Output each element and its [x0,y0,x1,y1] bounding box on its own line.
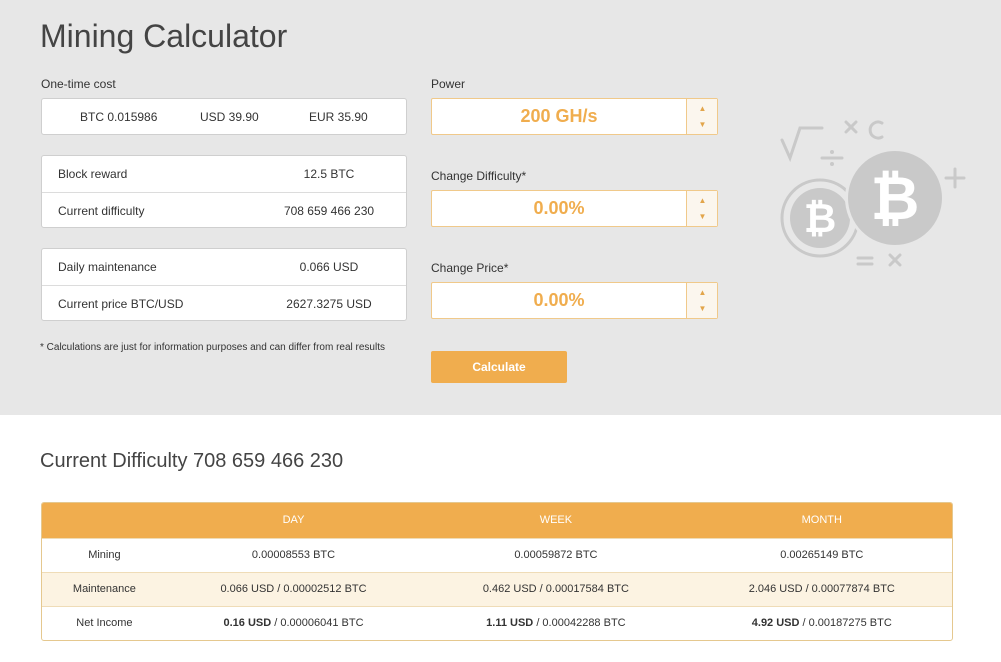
one-time-cost-box: BTC 0.015986 USD 39.90 EUR 35.90 [41,98,407,135]
row-label-net-income: Net Income [42,605,167,640]
daily-maintenance-label: Daily maintenance [58,260,157,274]
cost-eur: EUR 35.90 [309,110,368,124]
power-label: Power [431,77,466,91]
results-title: Current Difficulty 708 659 466 230 [40,450,344,472]
chevron-down-icon[interactable]: ▼ [687,120,718,129]
one-time-cost-label: One-time cost [41,77,116,91]
block-reward-label: Block reward [58,167,128,181]
maintenance-month: 2.046 USD / 0.00077874 BTC [691,571,952,606]
power-input[interactable]: 200 GH/s [432,99,686,134]
net-income-day: 0.16 USD / 0.00006041 BTC [166,605,421,640]
change-price-stepper-arrows: ▲ ▼ [686,283,717,318]
results-table: DAY WEEK MONTH Mining 0.00008553 BTC 0.0… [41,502,953,641]
maintenance-info-box: Daily maintenance 0.066 USD Current pric… [41,248,407,321]
net-income-month-usd: 4.92 USD [751,617,800,630]
chevron-up-icon[interactable]: ▲ [687,196,718,205]
chevron-down-icon[interactable]: ▼ [687,212,718,221]
current-difficulty-label: Current difficulty [58,204,145,218]
row-label-mining: Mining [42,537,167,572]
chevron-down-icon[interactable]: ▼ [687,304,718,313]
net-income-month: 4.92 USD / 0.00187275 BTC [691,605,952,640]
block-reward-row: Block reward 12.5 BTC [42,156,406,192]
net-income-day-btc: / 0.00006041 BTC [271,617,364,630]
calculator-panel: Mining Calculator One-time cost BTC 0.01… [0,0,1001,415]
current-price-row: Current price BTC/USD 2627.3275 USD [42,285,406,321]
power-stepper[interactable]: 200 GH/s ▲ ▼ [431,98,718,135]
change-difficulty-stepper-arrows: ▲ ▼ [686,191,717,226]
change-price-stepper[interactable]: 0.00% ▲ ▼ [431,282,718,319]
block-reward-value: 12.5 BTC [303,167,355,181]
row-label-maintenance: Maintenance [42,571,167,606]
svg-text:₿: ₿ [871,164,920,234]
page-title: Mining Calculator [40,18,288,54]
header-empty [42,503,167,538]
daily-maintenance-value: 0.066 USD [299,260,359,274]
change-difficulty-label: Change Difficulty* [431,169,527,183]
change-difficulty-stepper[interactable]: 0.00% ▲ ▼ [431,190,718,227]
maintenance-week: 0.462 USD / 0.00017584 BTC [420,571,692,606]
mining-week: 0.00059872 BTC [420,537,692,572]
current-difficulty-value: 708 659 466 230 [283,204,375,218]
current-difficulty-row: Current difficulty 708 659 466 230 [42,192,406,228]
cost-usd: USD 39.90 [200,110,259,124]
net-income-month-btc: / 0.00187275 BTC [799,617,892,630]
calculate-button[interactable]: Calculate [431,351,567,383]
disclaimer-note: * Calculations are just for information … [40,342,385,353]
daily-maintenance-row: Daily maintenance 0.066 USD [42,249,406,285]
cost-btc: BTC 0.015986 [80,110,158,124]
table-row: Net Income 0.16 USD / 0.00006041 BTC 1.1… [42,605,952,640]
header-month: MONTH [801,514,842,527]
block-info-box: Block reward 12.5 BTC Current difficulty… [41,155,407,228]
current-price-label: Current price BTC/USD [58,297,184,311]
results-header-row: DAY WEEK MONTH [42,503,952,538]
header-day: DAY [282,514,305,527]
net-income-week-usd: 1.11 USD [486,617,534,630]
header-week: WEEK [539,514,573,527]
mining-day: 0.00008553 BTC [166,537,421,572]
chevron-up-icon[interactable]: ▲ [687,104,718,113]
table-row: Maintenance 0.066 USD / 0.00002512 BTC 0… [42,571,952,606]
net-income-week: 1.11 USD / 0.00042288 BTC [420,605,692,640]
svg-text:₿: ₿ [804,196,837,242]
table-row: Mining 0.00008553 BTC 0.00059872 BTC 0.0… [42,537,952,572]
change-difficulty-input[interactable]: 0.00% [432,191,686,226]
net-income-week-btc: / 0.00042288 BTC [533,617,626,630]
mining-month: 0.00265149 BTC [691,537,952,572]
change-price-input[interactable]: 0.00% [432,283,686,318]
bitcoin-calculator-illustration-icon: ₿ ₿ [780,120,966,267]
chevron-up-icon[interactable]: ▲ [687,288,718,297]
change-price-label: Change Price* [431,261,509,275]
net-income-day-usd: 0.16 USD [223,617,272,630]
power-stepper-arrows: ▲ ▼ [686,99,717,134]
maintenance-day: 0.066 USD / 0.00002512 BTC [166,571,421,606]
current-price-value: 2627.3275 USD [286,297,372,311]
